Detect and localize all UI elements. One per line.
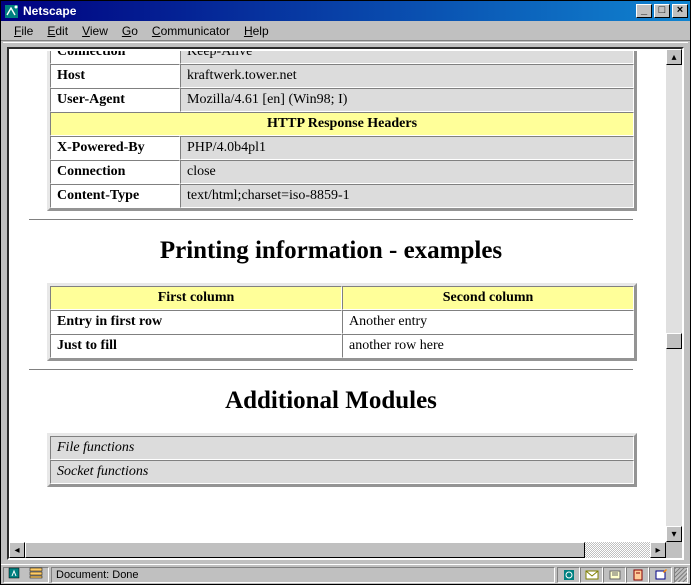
header-row-value: PHP/4.0b4pl1 <box>180 136 634 160</box>
tray-news-icon[interactable] <box>603 567 626 583</box>
close-button[interactable]: × <box>672 4 688 18</box>
status-bar: Document: Done <box>1 564 690 584</box>
menu-view[interactable]: View <box>75 23 115 39</box>
tray-addressbook-icon[interactable] <box>626 567 649 583</box>
component-tray <box>557 567 672 583</box>
content-inset: Connection Keep-Alive Host kraftwerk.tow… <box>7 47 684 560</box>
module-name: Socket functions <box>50 460 634 484</box>
header-row-value: Mozilla/4.61 [en] (Win98; I) <box>180 88 634 112</box>
scroll-up-button[interactable]: ▴ <box>666 49 682 65</box>
col-header-2: Second column <box>342 286 634 310</box>
content-frame: Connection Keep-Alive Host kraftwerk.tow… <box>3 42 688 564</box>
status-text-cell: Document: Done <box>51 567 555 583</box>
header-row-label: Host <box>50 64 180 88</box>
vertical-scrollbar[interactable]: ▴ ▾ <box>666 49 682 542</box>
menu-edit[interactable]: Edit <box>40 23 75 39</box>
scrollbar-corner <box>666 542 682 558</box>
navigator-icon[interactable] <box>8 566 24 583</box>
horizontal-scrollbar[interactable]: ◂ ▸ <box>9 542 666 558</box>
header-row-value: text/html;charset=iso-8859-1 <box>180 184 634 208</box>
tray-composer-icon[interactable] <box>649 567 672 583</box>
printing-heading: Printing information - examples <box>11 237 651 265</box>
menu-bar: File Edit View Go Communicator Help <box>1 21 690 41</box>
window-title: Netscape <box>23 4 636 18</box>
header-row-value: kraftwerk.tower.net <box>180 64 634 88</box>
title-bar: Netscape _ □ × <box>1 1 690 21</box>
cell: Another entry <box>342 310 634 334</box>
header-row-label: Connection <box>50 160 180 184</box>
cell: another row here <box>342 334 634 358</box>
divider <box>29 219 633 221</box>
maximize-button[interactable]: □ <box>654 4 670 18</box>
list-item: Socket functions <box>50 460 634 484</box>
scroll-track-h[interactable] <box>25 542 650 558</box>
header-row-label: Connection <box>50 51 180 64</box>
scroll-right-button[interactable]: ▸ <box>650 542 666 558</box>
scroll-left-button[interactable]: ◂ <box>9 542 25 558</box>
table-row: Just to fill another row here <box>50 334 634 358</box>
status-text: Document: Done <box>56 569 139 581</box>
response-headers-title: HTTP Response Headers <box>50 112 634 136</box>
menu-file[interactable]: File <box>7 23 40 39</box>
menu-go[interactable]: Go <box>115 23 145 39</box>
col-header-1: First column <box>50 286 342 310</box>
status-left <box>3 567 49 583</box>
header-row-label: X-Powered-By <box>50 136 180 160</box>
scroll-thumb-h[interactable] <box>25 542 585 558</box>
tray-navigator-icon[interactable] <box>557 567 580 583</box>
table-row: Entry in first row Another entry <box>50 310 634 334</box>
component-bar-icon[interactable] <box>28 566 44 583</box>
modules-heading: Additional Modules <box>11 387 651 415</box>
header-row-value: Keep-Alive <box>180 51 634 64</box>
resize-grip[interactable] <box>674 567 688 583</box>
minimize-button[interactable]: _ <box>636 4 652 18</box>
netscape-icon <box>3 3 19 19</box>
menu-help[interactable]: Help <box>237 23 276 39</box>
module-name: File functions <box>50 436 634 460</box>
scroll-thumb[interactable] <box>666 333 682 349</box>
printing-examples-table: First column Second column Entry in firs… <box>47 283 637 361</box>
divider <box>29 369 633 371</box>
tray-mail-icon[interactable] <box>580 567 603 583</box>
list-item: File functions <box>50 436 634 460</box>
header-row-label: User-Agent <box>50 88 180 112</box>
scroll-track[interactable] <box>666 65 682 526</box>
document-viewport: Connection Keep-Alive Host kraftwerk.tow… <box>11 51 664 540</box>
cell: Just to fill <box>50 334 342 358</box>
header-row-value: close <box>180 160 634 184</box>
modules-table: File functions Socket functions <box>47 433 637 487</box>
http-headers-table: Connection Keep-Alive Host kraftwerk.tow… <box>47 51 637 211</box>
app-window: Netscape _ □ × File Edit View Go Communi… <box>0 0 691 585</box>
menu-communicator[interactable]: Communicator <box>145 23 237 39</box>
page-body: Connection Keep-Alive Host kraftwerk.tow… <box>11 51 651 515</box>
window-buttons: _ □ × <box>636 4 688 18</box>
header-row-label: Content-Type <box>50 184 180 208</box>
cell: Entry in first row <box>50 310 342 334</box>
scroll-down-button[interactable]: ▾ <box>666 526 682 542</box>
